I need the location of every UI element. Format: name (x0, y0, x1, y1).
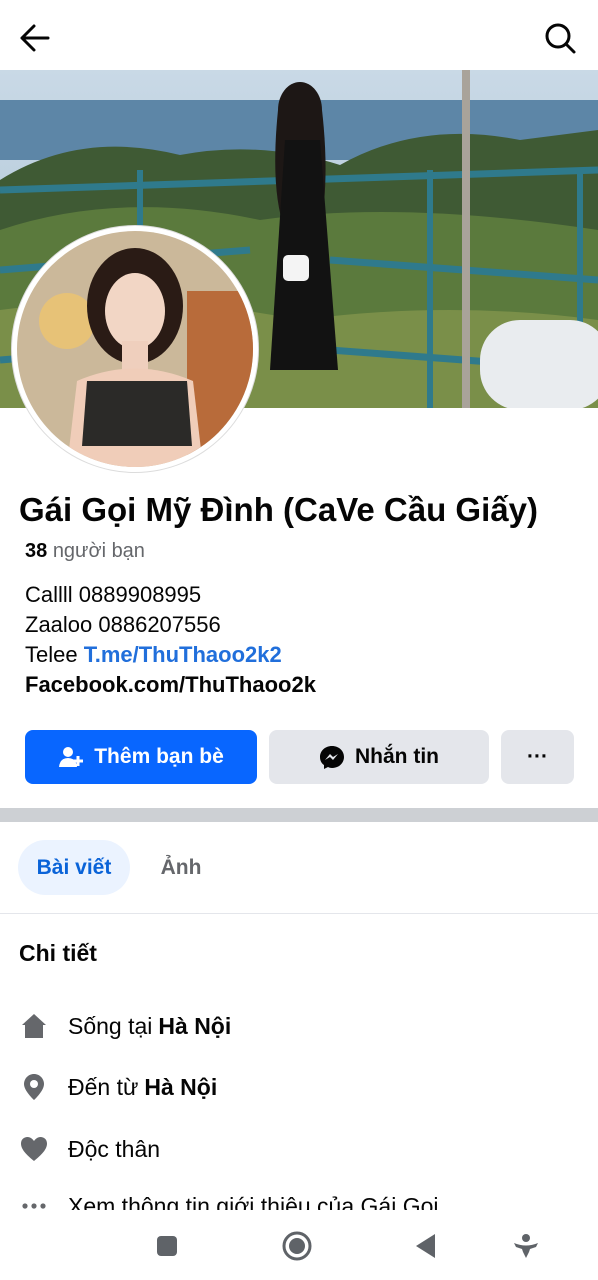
detail-value[interactable]: Hà Nội (144, 1074, 217, 1101)
add-friend-label: Thêm bạn bè (94, 745, 224, 768)
message-button[interactable]: Nhắn tin (269, 730, 489, 784)
detail-prefix: Sống tại (68, 1012, 153, 1039)
friends-count[interactable]: 38 người bạn (25, 540, 145, 563)
tabs-separator (0, 913, 598, 914)
add-friend-icon (59, 747, 84, 767)
see-about-label: Xem thông tin giới thiệu của Gái Gọi (68, 1192, 439, 1211)
bio-line: Facebook.com/ThuThaoo2k (25, 672, 316, 697)
add-friend-button[interactable]: Thêm bạn bè (25, 730, 257, 784)
accessibility-icon[interactable] (508, 1228, 544, 1264)
bio-line: Callll 0889908995 (25, 582, 202, 607)
detail-prefix: Độc thân (68, 1135, 161, 1162)
bio-line: Telee T.me/ThuThaoo2k2 (25, 640, 316, 670)
heart-icon (18, 1133, 50, 1165)
bio-prefix: Telee (25, 642, 84, 667)
avatar-photo (17, 231, 253, 467)
details-title: Chi tiết (19, 940, 97, 966)
square-icon[interactable] (149, 1228, 185, 1264)
more-dots-icon: ··· (527, 745, 548, 768)
detail-see-about: Xem thông tin giới thiệu của Gái Gọi (18, 1188, 439, 1210)
telegram-link[interactable]: T.me/ThuThaoo2k2 (84, 642, 282, 667)
arrow-left-icon[interactable] (14, 18, 58, 58)
tab-photos[interactable]: Ảnh (145, 840, 217, 895)
messenger-icon (320, 746, 344, 769)
detail-relationship: Độc thân (18, 1131, 160, 1167)
more-dots-icon (18, 1190, 50, 1210)
friends-number: 38 (25, 540, 48, 562)
detail-value[interactable]: Hà Nội (158, 1013, 231, 1040)
profile-name: Gái Gọi Mỹ Đình (CaVe Cầu Giấy) (19, 491, 538, 528)
top-bar (0, 0, 598, 72)
home-icon (18, 1010, 50, 1042)
section-divider (0, 808, 598, 822)
back-triangle-icon[interactable] (408, 1228, 444, 1264)
bio-line: Zaaloo 0886207556 (25, 612, 221, 637)
location-pin-icon (18, 1071, 50, 1103)
see-about-row[interactable]: Xem thông tin giới thiệu của Gái Gọi (0, 1180, 598, 1210)
detail-lives-in: Sống tại Hà Nội (18, 1008, 231, 1044)
profile-avatar[interactable] (12, 226, 258, 472)
system-nav-bar (0, 1210, 598, 1280)
friends-label: người bạn (52, 540, 145, 562)
profile-bio: Callll 0889908995 Zaaloo 0886207556 Tele… (25, 580, 316, 700)
home-circle-icon[interactable] (279, 1228, 315, 1264)
detail-prefix: Đến từ (68, 1073, 139, 1100)
message-label: Nhắn tin (355, 745, 439, 768)
more-options-button[interactable]: ··· (501, 730, 574, 784)
search-icon[interactable] (540, 18, 580, 58)
detail-from: Đến từ Hà Nội (18, 1069, 217, 1105)
tab-posts[interactable]: Bài viết (18, 840, 130, 895)
